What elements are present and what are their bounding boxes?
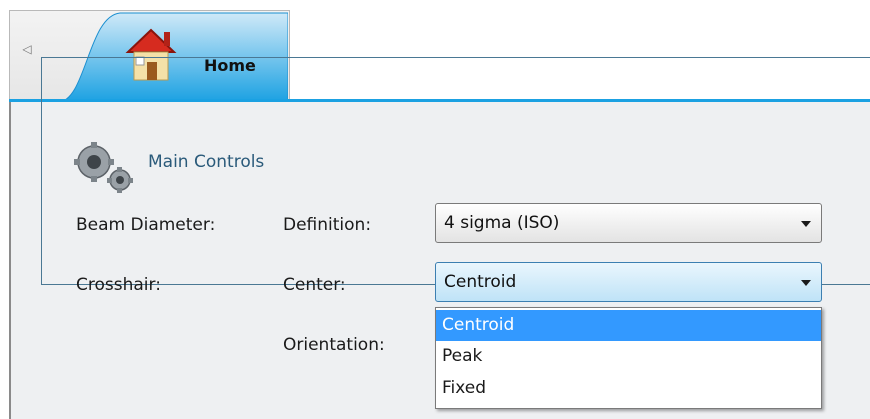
center-dropdown[interactable]: Centroid — [435, 262, 822, 302]
chevron-down-icon — [801, 280, 811, 286]
dropdown-option-centroid[interactable]: Centroid — [436, 310, 821, 341]
chevron-down-icon — [801, 221, 811, 227]
center-label: Center: — [283, 275, 346, 295]
crosshair-label: Crosshair: — [76, 275, 161, 295]
definition-label: Definition: — [283, 215, 372, 235]
definition-dropdown[interactable]: 4 sigma (ISO) — [435, 203, 822, 243]
orientation-label: Orientation: — [283, 335, 385, 355]
group-title: Main Controls — [144, 152, 269, 172]
center-value: Centroid — [444, 272, 517, 292]
center-dropdown-list: Centroid Peak Fixed — [435, 307, 822, 409]
chevron-left-icon[interactable]: ◁ — [20, 40, 34, 58]
beam-diameter-label: Beam Diameter: — [76, 215, 216, 235]
dropdown-option-fixed[interactable]: Fixed — [436, 373, 821, 404]
gears-icon — [74, 142, 133, 193]
definition-value: 4 sigma (ISO) — [444, 213, 560, 233]
dropdown-option-peak[interactable]: Peak — [436, 341, 821, 372]
